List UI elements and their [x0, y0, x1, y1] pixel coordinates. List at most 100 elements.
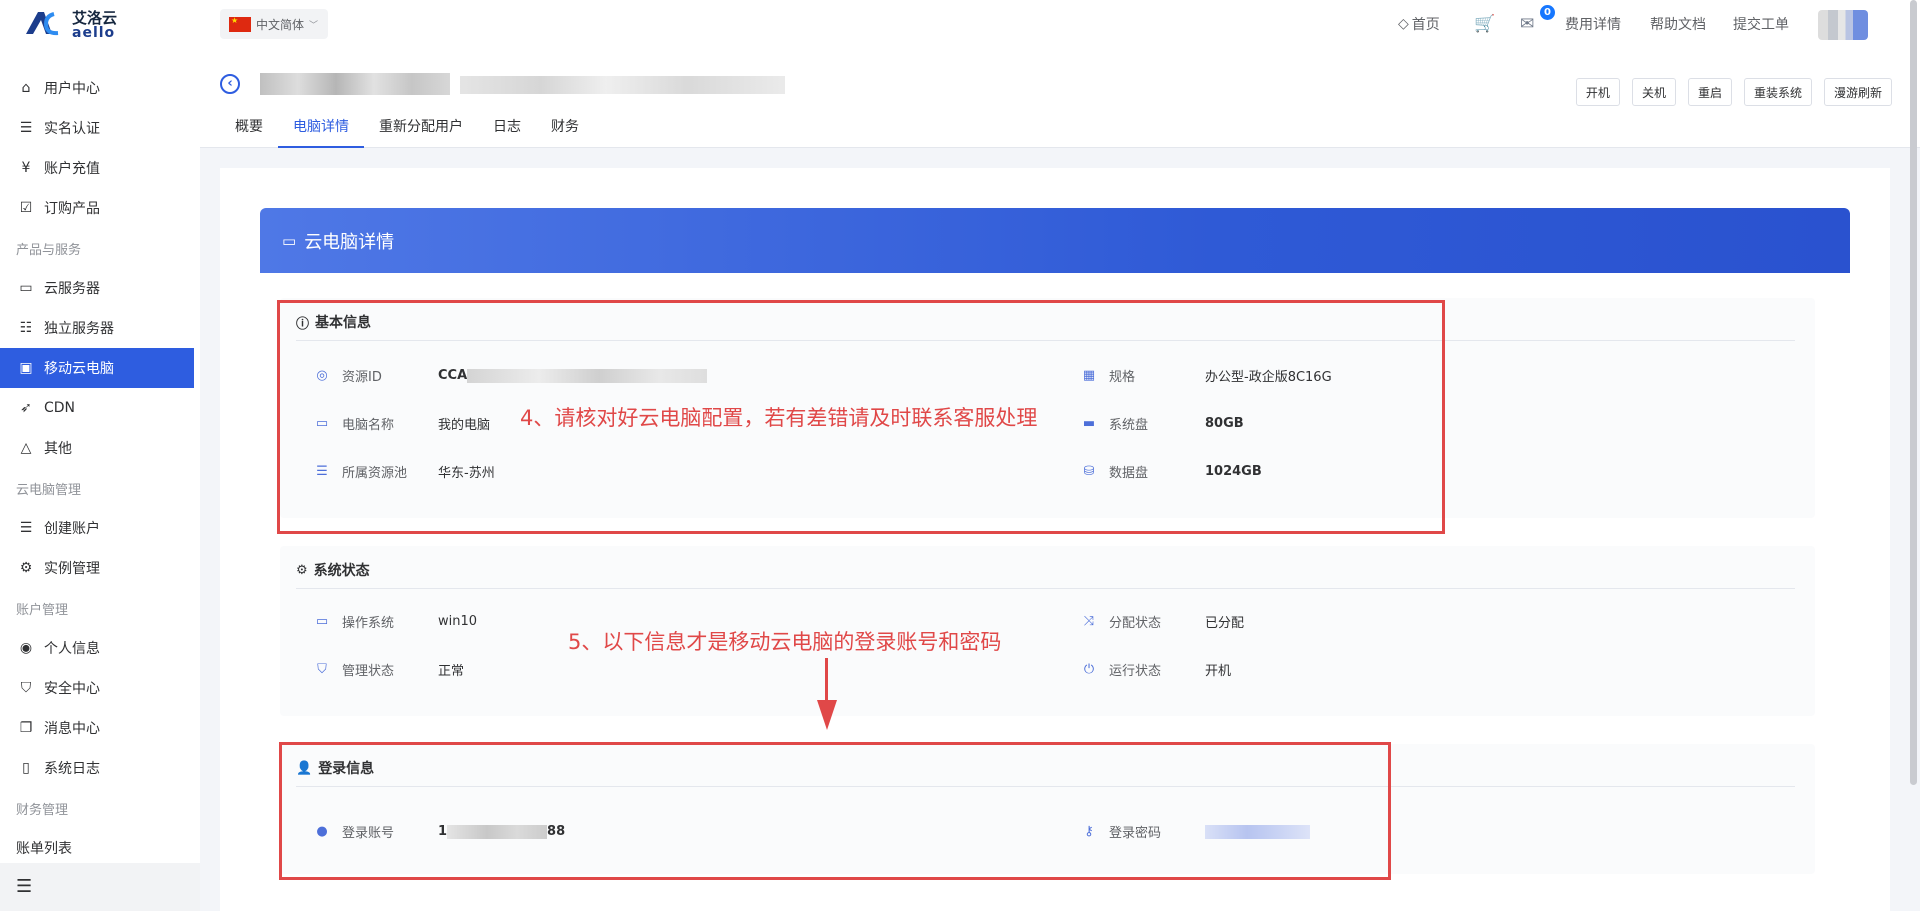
- divider: [296, 588, 1795, 589]
- brand-logo[interactable]: 艾洛云 aello: [24, 8, 144, 40]
- field-label: 分配状态: [1109, 616, 1162, 631]
- desktop-icon: ▭: [282, 231, 297, 250]
- china-flag-icon: [229, 16, 251, 32]
- roaming-refresh-button[interactable]: 漫游刷新: [1823, 78, 1892, 106]
- server-icon: ▭: [19, 280, 33, 296]
- sidebar-item-label: 账户充值: [44, 161, 100, 177]
- sidebar-item-mobile-cloud-pc[interactable]: ▣ 移动云电脑: [0, 348, 194, 388]
- nav-help[interactable]: 帮助文档: [1650, 0, 1706, 48]
- tab-overview[interactable]: 概要: [220, 110, 278, 148]
- annotation-arrow-head: [817, 700, 837, 730]
- sidebar-item-label: 用户中心: [44, 81, 100, 97]
- sidebar-item-label: 独立服务器: [44, 321, 114, 337]
- instance-name-redacted: [260, 73, 450, 95]
- banner-title: 云电脑详情: [304, 231, 395, 253]
- tab-finance[interactable]: 财务: [536, 110, 594, 148]
- sidebar-item-bills[interactable]: 账单列表: [0, 828, 194, 868]
- annotation-note-login: 5、以下信息才是移动云电脑的登录账号和密码: [568, 630, 1002, 654]
- sidebar-item-label: 系统日志: [44, 761, 100, 777]
- sidebar-item-recharge[interactable]: ¥ 账户充值: [0, 148, 194, 188]
- field-label: 运行状态: [1109, 664, 1162, 679]
- detail-banner: ▭ 云电脑详情: [260, 208, 1850, 273]
- sidebar-item-other[interactable]: △ 其他: [0, 428, 194, 468]
- sidebar-item-cloud-server[interactable]: ▭ 云服务器: [0, 268, 194, 308]
- action-buttons: 开机 关机 重启 重装系统 漫游刷新: [1575, 78, 1892, 106]
- logo-mark-icon: [26, 12, 59, 36]
- sidebar-item-user-center[interactable]: ⌂ 用户中心: [0, 68, 194, 108]
- shield-icon: ⛉: [317, 662, 327, 677]
- user-card-icon: ☰: [19, 520, 33, 536]
- nav-ticket[interactable]: 提交工单: [1733, 0, 1789, 48]
- assign-status-row: ⤨ 分配状态 已分配: [1081, 612, 1244, 631]
- sidebar-item-order[interactable]: ☑ 订购产品: [0, 188, 194, 228]
- management-status-value: 正常: [438, 664, 465, 679]
- sidebar-item-cdn[interactable]: ➶ CDN: [0, 388, 194, 428]
- annotation-arrow: [825, 658, 828, 704]
- back-icon[interactable]: ‹: [220, 74, 240, 94]
- nav-home-label: 首页: [1411, 17, 1440, 33]
- file-icon: ▯: [22, 760, 30, 776]
- os-row: ▭ 操作系统 win10: [314, 612, 477, 631]
- power-on-button[interactable]: 开机: [1575, 78, 1620, 106]
- sidebar-item-label: 账单列表: [16, 841, 72, 857]
- sidebar-item-profile[interactable]: ◉ 个人信息: [0, 628, 194, 668]
- check-square-icon: ☑: [19, 200, 33, 216]
- tabs: 概要 电脑详情 重新分配用户 日志 财务: [220, 110, 594, 148]
- sidebar-item-system-log[interactable]: ▯ 系统日志: [0, 748, 194, 788]
- gear-icon: ⚙: [19, 560, 33, 576]
- page-header: ‹ 开机 关机 重启 重装系统 漫游刷新 概要 电脑详情 重新分配用户 日志 财…: [200, 48, 1920, 148]
- language-select[interactable]: 中文简体 ﹀: [220, 9, 328, 39]
- sidebar-item-label: 其他: [44, 441, 72, 457]
- restart-button[interactable]: 重启: [1687, 78, 1732, 106]
- sidebar-item-label: 消息中心: [44, 721, 100, 737]
- system-status-title: ⚙ 系统状态: [296, 560, 370, 580]
- sidebar-item-label: 订购产品: [44, 201, 100, 217]
- cart-button[interactable]: 🛒: [1474, 0, 1495, 48]
- top-bar: 艾洛云 aello 中文简体 ﹀ ◇首页 🛒 ✉ 0 费用详情 帮助文档 提交工…: [0, 0, 1920, 48]
- field-label: 操作系统: [342, 616, 395, 631]
- sidebar-item-verification[interactable]: ☰ 实名认证: [0, 108, 194, 148]
- sidebar-item-messages[interactable]: ❐ 消息中心: [0, 708, 194, 748]
- nav-help-label: 帮助文档: [1650, 17, 1706, 33]
- sidebar-item-label: CDN: [44, 400, 76, 416]
- nav-home[interactable]: ◇ 首页: [1398, 0, 1440, 48]
- sidebar-group-products: 产品与服务: [16, 243, 82, 258]
- sidebar-item-instances[interactable]: ⚙ 实例管理: [0, 548, 194, 588]
- management-status-row: ⛉ 管理状态 正常: [314, 660, 464, 679]
- desktop-icon: ▣: [19, 360, 33, 376]
- sidebar-group-account: 账户管理: [16, 603, 69, 618]
- user-circle-icon: ◉: [19, 640, 33, 656]
- messages-button[interactable]: ✉: [1520, 0, 1534, 48]
- power-icon: ⏻: [1083, 662, 1095, 677]
- sidebar-item-label: 安全中心: [44, 681, 100, 697]
- sidebar-item-label: 个人信息: [44, 641, 100, 657]
- sidebar-item-create-account[interactable]: ☰ 创建账户: [0, 508, 194, 548]
- sidebar-item-security[interactable]: ⛉ 安全中心: [0, 668, 194, 708]
- power-off-button[interactable]: 关机: [1631, 78, 1676, 106]
- run-status-row: ⏻ 运行状态 开机: [1081, 660, 1231, 679]
- tab-logs[interactable]: 日志: [478, 110, 536, 148]
- avatar[interactable]: [1818, 10, 1868, 40]
- sidebar-item-label: 云服务器: [44, 281, 100, 297]
- home-icon: ⌂: [21, 80, 31, 96]
- field-label: 管理状态: [342, 664, 395, 679]
- nav-ticket-label: 提交工单: [1733, 17, 1789, 33]
- reinstall-button[interactable]: 重装系统: [1743, 78, 1812, 106]
- chevron-down-icon: ﹀: [309, 20, 319, 31]
- sidebar: ⌂ 用户中心 ☰ 实名认证 ¥ 账户充值 ☑ 订购产品 产品与服务 ▭ 云服务器 ☷ 独立服…: [0, 48, 200, 911]
- nav-fees-label: 费用详情: [1565, 17, 1621, 33]
- tab-reassign-user[interactable]: 重新分配用户: [364, 110, 478, 148]
- yen-icon: ¥: [21, 160, 31, 176]
- tab-pc-details[interactable]: 电脑详情: [278, 110, 364, 148]
- shuffle-icon: ⤨: [1083, 614, 1095, 629]
- sidebar-item-dedicated-server[interactable]: ☷ 独立服务器: [0, 308, 194, 348]
- nav-fees[interactable]: 费用详情: [1565, 0, 1621, 48]
- sidebar-item-label: 实例管理: [44, 561, 100, 577]
- run-status-value: 开机: [1205, 664, 1232, 679]
- mail-icon: ✉: [1520, 14, 1535, 34]
- sidebar-item-label: 移动云电脑: [44, 361, 114, 377]
- gear-icon: ⚙: [296, 562, 308, 578]
- sidebar-collapse-button[interactable]: ☰: [0, 863, 200, 911]
- page-scrollbar[interactable]: [1910, 0, 1917, 785]
- triangle-icon: △: [20, 440, 32, 456]
